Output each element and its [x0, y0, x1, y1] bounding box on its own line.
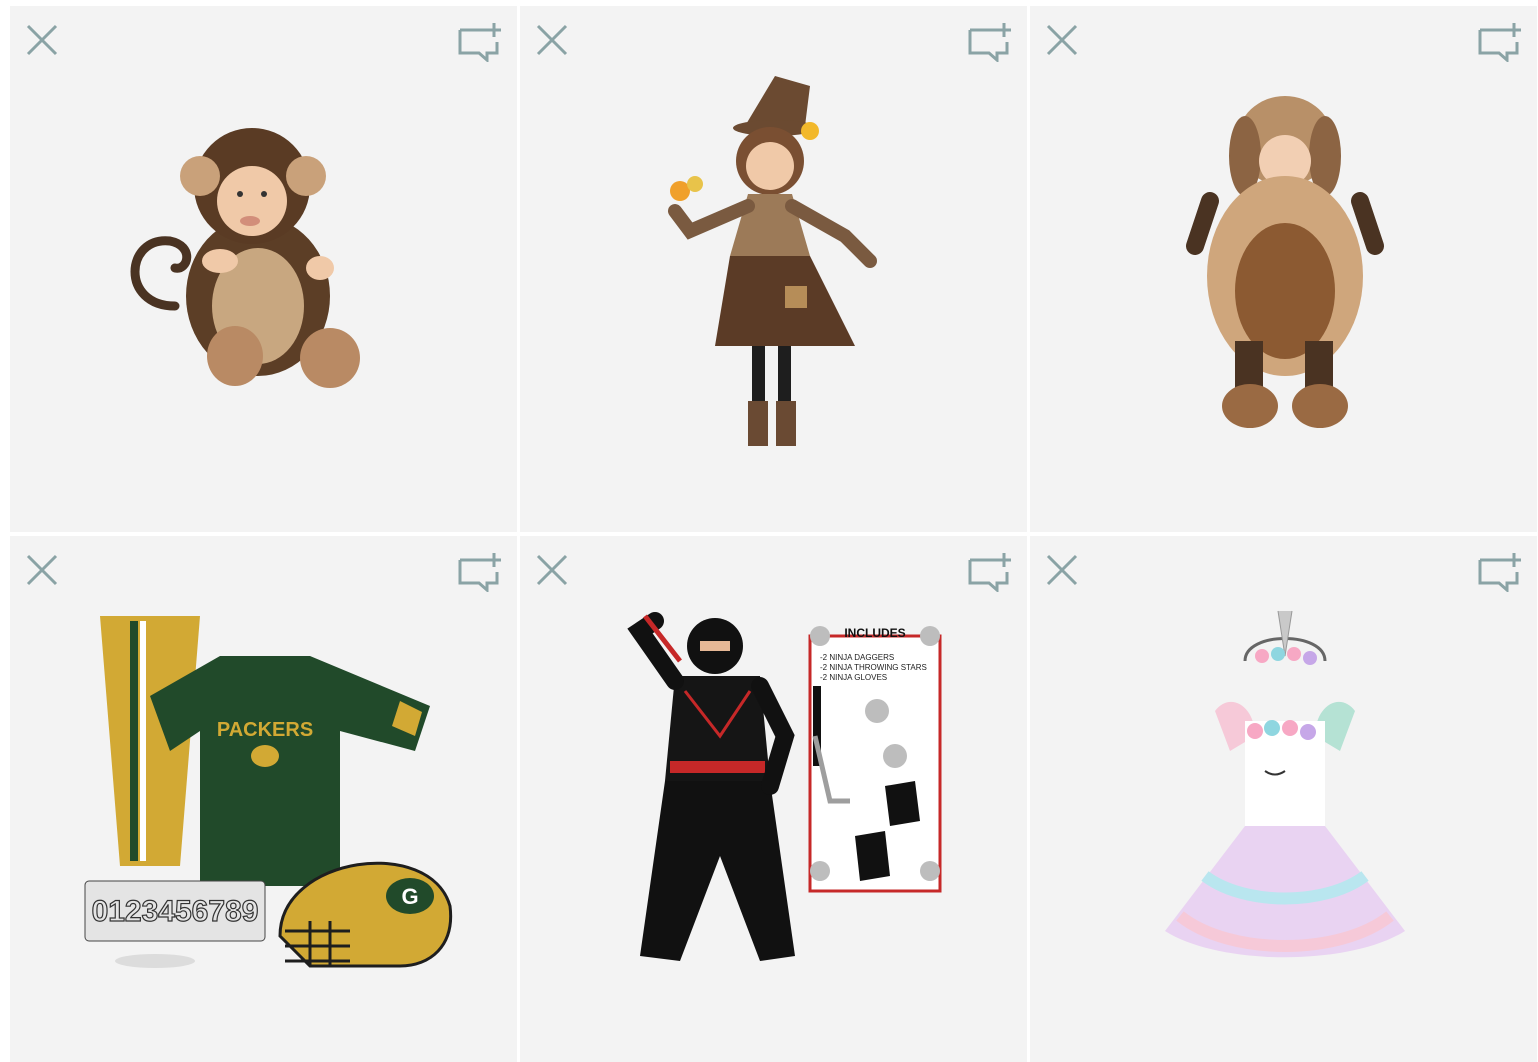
- product-card[interactable]: INCLUDES -2 NINJA DAGGERS -2 NINJA THROW…: [520, 536, 1027, 1062]
- product-card[interactable]: [1030, 536, 1537, 1062]
- add-to-list-icon[interactable]: [1477, 22, 1523, 62]
- product-card[interactable]: PACKERS 0123456789 G: [10, 536, 517, 1062]
- product-card[interactable]: [520, 6, 1027, 532]
- packers-uniform-image[interactable]: PACKERS 0123456789 G: [10, 536, 517, 1062]
- close-icon[interactable]: [1044, 552, 1080, 588]
- monkey-costume-image[interactable]: [10, 6, 517, 532]
- scarecrow-costume-image[interactable]: [520, 6, 1027, 532]
- close-icon[interactable]: [24, 22, 60, 58]
- ninja-costume-image[interactable]: INCLUDES -2 NINJA DAGGERS -2 NINJA THROW…: [520, 536, 1027, 1062]
- close-icon[interactable]: [534, 22, 570, 58]
- add-to-list-icon[interactable]: [967, 552, 1013, 592]
- product-grid: PACKERS 0123456789 G INCLUDES -2 NINJA D…: [10, 6, 1538, 1062]
- add-to-list-icon[interactable]: [967, 22, 1013, 62]
- add-to-list-icon[interactable]: [1477, 552, 1523, 592]
- unicorn-dress-image[interactable]: [1030, 536, 1537, 1062]
- close-icon[interactable]: [1044, 22, 1080, 58]
- close-icon[interactable]: [534, 552, 570, 588]
- jersey-text: PACKERS: [217, 719, 313, 741]
- close-icon[interactable]: [24, 552, 60, 588]
- jersey-numbers: 0123456789: [92, 895, 259, 928]
- add-to-list-icon[interactable]: [457, 552, 503, 592]
- add-to-list-icon[interactable]: [457, 22, 503, 62]
- product-card[interactable]: [1030, 6, 1537, 532]
- product-card[interactable]: [10, 6, 517, 532]
- includes-title: INCLUDES: [844, 626, 905, 640]
- includes-item-1: -2 NINJA DAGGERS: [820, 653, 894, 662]
- includes-item-3: -2 NINJA GLOVES: [820, 673, 887, 682]
- includes-item-2: -2 NINJA THROWING STARS: [820, 663, 927, 672]
- helmet-logo: G: [401, 884, 418, 909]
- puppy-costume-image[interactable]: [1030, 6, 1537, 532]
